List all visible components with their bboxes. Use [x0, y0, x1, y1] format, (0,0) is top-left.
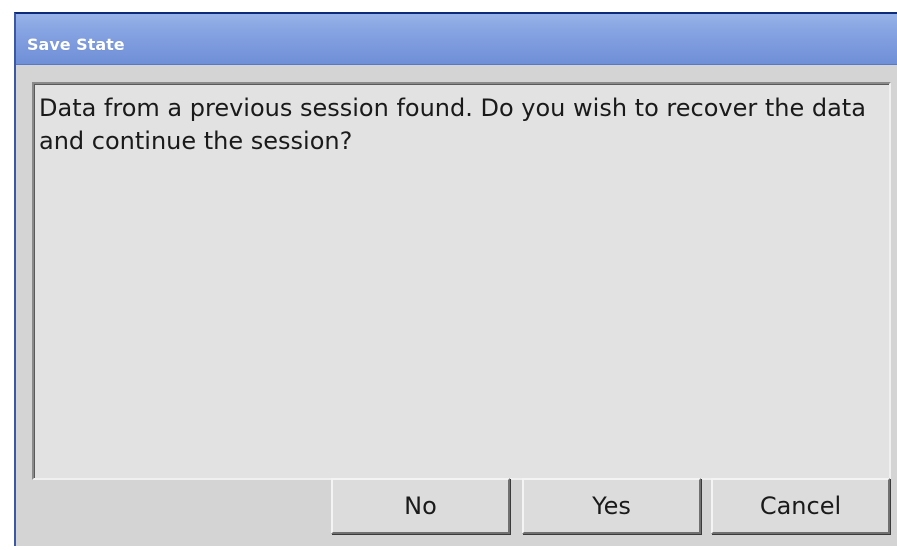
yes-button[interactable]: Yes — [522, 478, 701, 534]
window-title: Save State — [27, 35, 125, 54]
cancel-button[interactable]: Cancel — [711, 478, 890, 534]
message-panel: Data from a previous session found. Do y… — [32, 82, 891, 480]
screen: Save State Data from a previous session … — [0, 0, 897, 550]
no-button[interactable]: No — [331, 478, 510, 534]
title-bar[interactable]: Save State — [16, 14, 897, 65]
save-state-dialog: Save State Data from a previous session … — [14, 12, 897, 546]
message-text: Data from a previous session found. Do y… — [39, 94, 866, 155]
button-row: No Yes Cancel — [331, 478, 891, 538]
